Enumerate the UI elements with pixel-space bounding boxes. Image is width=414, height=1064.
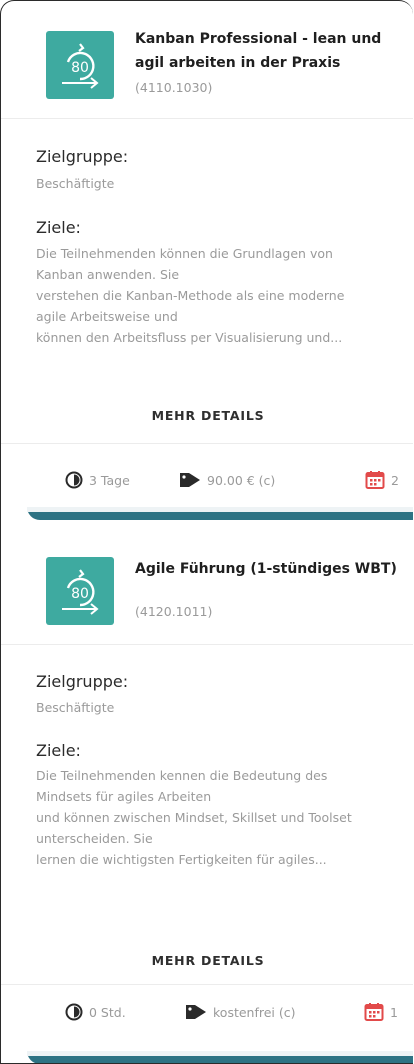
calendar-icon: [364, 1003, 384, 1021]
dates-count: 1: [390, 1004, 398, 1020]
svg-text:80: 80: [71, 586, 89, 602]
ziele-label: Ziele:: [36, 741, 81, 760]
360-rotation-icon: 80: [62, 43, 99, 89]
divider: [1, 644, 413, 645]
course-meta-footer: 0 Std. kostenfrei (c) 1: [1, 988, 413, 1036]
course-meta-footer: 3 Tage 90.00 € (c) 2: [1, 456, 413, 504]
ziele-line: unterscheiden. Sie: [36, 831, 153, 846]
dates-meta[interactable]: 2: [365, 456, 399, 504]
clock-half-icon: [65, 1003, 83, 1021]
price-tag-icon: [186, 1005, 206, 1019]
duration-text: 0 Std.: [89, 1004, 126, 1020]
course-thumbnail[interactable]: 80: [46, 31, 114, 99]
price-tag-icon: [180, 473, 200, 487]
more-details-button[interactable]: MEHR DETAILS: [1, 408, 413, 423]
price-meta: 90.00 € (c): [179, 456, 275, 504]
360-rotation-icon: 80: [62, 569, 99, 615]
price-text: kostenfrei (c): [213, 1004, 296, 1020]
clock-half-icon: [65, 471, 83, 489]
ziele-line: Mindsets für agiles Arbeiten: [36, 789, 212, 804]
zielgruppe-label: Zielgruppe:: [36, 147, 129, 166]
dates-count: 2: [391, 472, 399, 488]
card-bottom-bar: [27, 507, 413, 520]
duration-text: 3 Tage: [89, 472, 130, 488]
zielgruppe-label: Zielgruppe:: [36, 672, 129, 691]
ziele-label: Ziele:: [36, 218, 81, 237]
duration-meta: 3 Tage: [65, 456, 130, 504]
course-code: (4120.1011): [135, 604, 213, 619]
ziele-line: Die Teilnehmenden können die Grundlagen …: [36, 246, 333, 261]
divider: [1, 118, 413, 119]
course-card: 80 Kanban Professional - lean und agil a…: [1, 1, 413, 521]
divider: [1, 984, 413, 985]
ziele-line: verstehen die Kanban-Methode als eine mo…: [36, 288, 345, 303]
ziele-line: und können zwischen Mindset, Skillset un…: [36, 810, 352, 825]
price-text: 90.00 € (c): [207, 472, 276, 488]
ziele-line: agile Arbeitsweise und: [36, 309, 178, 324]
calendar-icon: [365, 471, 385, 489]
ziele-line: Kanban anwenden. Sie: [36, 267, 180, 282]
ziele-line: Die Teilnehmenden kennen die Bedeutung d…: [36, 768, 328, 783]
course-list: 80 Kanban Professional - lean und agil a…: [0, 0, 413, 1064]
course-card: 80 Agile Führung (1-stündiges WBT) (4120…: [1, 527, 413, 1063]
dates-meta[interactable]: 1: [364, 988, 398, 1036]
course-thumbnail[interactable]: 80: [46, 557, 114, 625]
card-bottom-bar: [27, 1051, 413, 1063]
duration-meta: 0 Std.: [65, 988, 126, 1036]
ziele-description: Die Teilnehmenden kennen die Bedeutung d…: [36, 765, 408, 870]
ziele-description: Die Teilnehmenden können die Grundlagen …: [36, 243, 408, 348]
ziele-line: können den Arbeitsfluss per Visualisieru…: [36, 330, 343, 345]
course-code: (4110.1030): [135, 80, 213, 95]
course-title[interactable]: Kanban Professional - lean und agil arbe…: [135, 27, 405, 75]
more-details-button[interactable]: MEHR DETAILS: [1, 953, 413, 968]
zielgruppe-value: Beschäftigte: [36, 700, 115, 715]
ziele-line: lernen die wichtigsten Fertigkeiten für …: [36, 852, 327, 867]
zielgruppe-value: Beschäftigte: [36, 176, 115, 191]
svg-text:80: 80: [71, 60, 89, 76]
course-title[interactable]: Agile Führung (1-stündiges WBT): [135, 557, 405, 581]
price-meta: kostenfrei (c): [185, 988, 296, 1036]
divider: [1, 443, 413, 444]
